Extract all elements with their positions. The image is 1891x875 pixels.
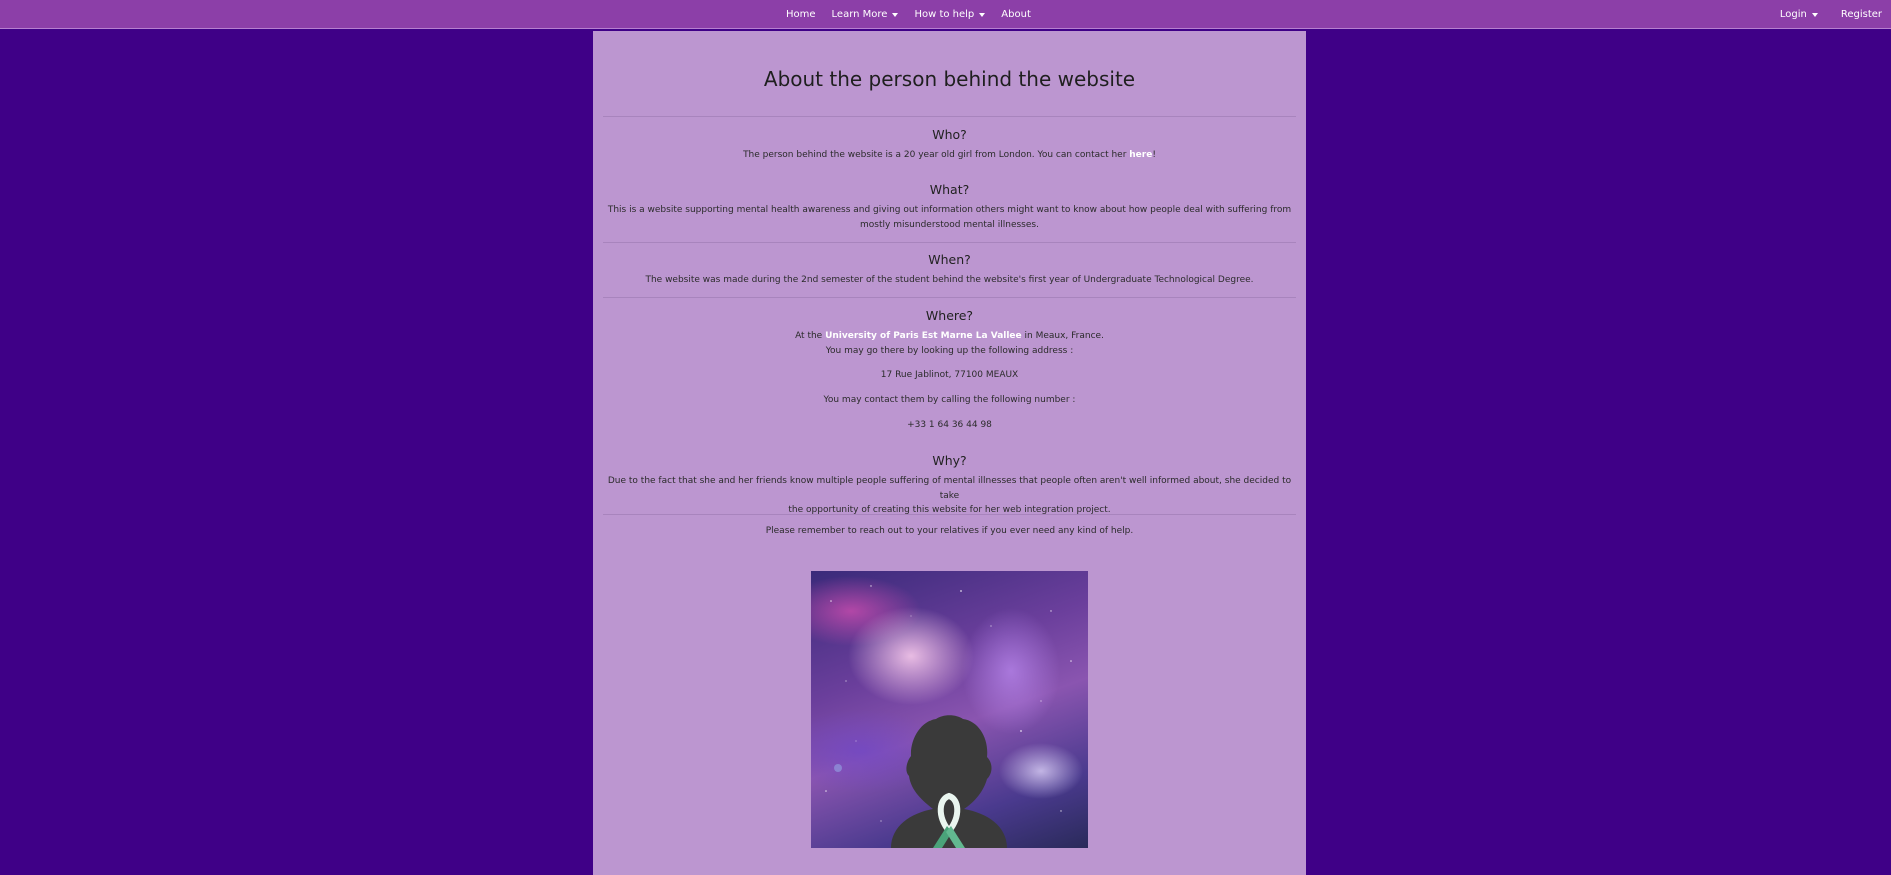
about-content: About the person behind the website Who?… (593, 31, 1306, 875)
where-text: At the University of Paris Est Marne La … (603, 329, 1296, 358)
nav-how-to-help-dropdown[interactable]: How to help (906, 9, 993, 20)
who-text-after: ! (1152, 150, 1156, 160)
account-nav: Login Register (1771, 0, 1891, 29)
page-title: About the person behind the website (763, 67, 1136, 91)
divider (603, 514, 1296, 515)
silhouette-ribbon-graphic (825, 585, 1072, 848)
why-text: Due to the fact that she and her friends… (603, 474, 1296, 518)
register-link[interactable]: Register (1832, 9, 1891, 20)
phone-intro: You may contact them by calling the foll… (823, 395, 1076, 405)
nav-home[interactable]: Home (778, 9, 824, 20)
where-text-before: At the (795, 331, 826, 341)
divider (603, 297, 1296, 298)
nav-about-label: About (1001, 9, 1031, 20)
chevron-down-icon (979, 12, 986, 17)
university-link[interactable]: University of Paris Est Marne La Vallee (825, 331, 1022, 341)
top-navbar: Home Learn More How to help About Login … (0, 0, 1891, 29)
why-line-1: Due to the fact that she and her friends… (607, 476, 1292, 501)
address-intro: You may go there by looking up the follo… (825, 345, 1074, 356)
login-dropdown[interactable]: Login (1771, 9, 1827, 20)
contact-here-link[interactable]: here (1129, 150, 1152, 160)
what-line-1: This is a website supporting mental heal… (607, 205, 1292, 215)
login-label: Login (1779, 9, 1807, 20)
what-line-2: mostly misunderstood mental illnesses. (860, 219, 1039, 230)
nav-how-to-help-label: How to help (914, 9, 975, 20)
who-text-before: The person behind the website is a 20 ye… (743, 150, 1130, 160)
when-text: The website was made during the 2nd seme… (645, 275, 1254, 285)
chevron-down-icon (1811, 12, 1818, 17)
what-heading: What? (929, 182, 970, 197)
awareness-illustration (811, 571, 1088, 848)
register-label: Register (1840, 9, 1882, 20)
closing-text: Please remember to reach out to your rel… (765, 526, 1134, 536)
who-heading: Who? (932, 127, 967, 142)
nav-about[interactable]: About (993, 9, 1039, 20)
divider (603, 242, 1296, 243)
where-heading: Where? (925, 308, 974, 323)
why-heading: Why? (932, 453, 967, 468)
chevron-down-icon (892, 12, 899, 17)
divider (603, 116, 1296, 117)
what-text: This is a website supporting mental heal… (603, 203, 1296, 232)
who-text: The person behind the website is a 20 ye… (603, 148, 1296, 163)
main-nav: Home Learn More How to help About (778, 0, 1039, 29)
where-text-after: in Meaux, France. (1021, 331, 1104, 341)
address-text: 17 Rue Jablinot, 77100 MEAUX (880, 370, 1019, 380)
nav-learn-more-label: Learn More (831, 9, 888, 20)
phone-number: +33 1 64 36 44 98 (907, 420, 992, 430)
nav-learn-more-dropdown[interactable]: Learn More (824, 9, 907, 20)
nav-home-label: Home (786, 9, 816, 20)
when-heading: When? (928, 252, 971, 267)
